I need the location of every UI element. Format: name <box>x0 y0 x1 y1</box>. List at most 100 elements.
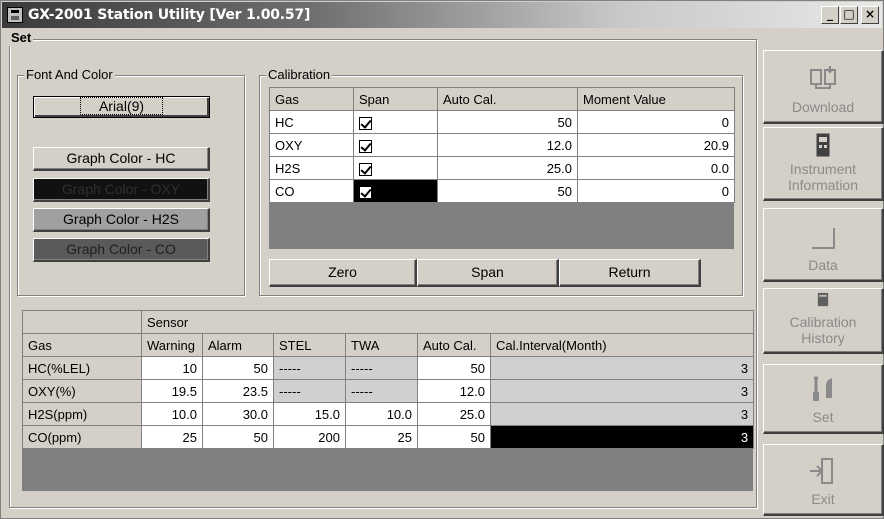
set-group-label: Set <box>9 30 34 46</box>
sensor-alarm-cell[interactable]: 30.0 <box>202 402 274 426</box>
minimize-button[interactable]: _ <box>821 6 839 24</box>
window-controls: _ □ × <box>821 6 879 24</box>
cal-gas-cell: H2S <box>269 156 354 180</box>
sensor-stel-cell: ----- <box>273 356 346 380</box>
sensor-stel-cell: ----- <box>273 379 346 403</box>
sensor-stel-cell[interactable]: 15.0 <box>273 402 346 426</box>
cal-span-cell[interactable] <box>353 110 438 134</box>
cal-auto-cal-cell[interactable]: 12.0 <box>437 133 578 157</box>
sensor-interval-cell-selected[interactable]: 3 <box>489 425 755 449</box>
font-button[interactable]: Arial(9) <box>33 96 210 118</box>
sensor-auto-cal-cell[interactable]: 50 <box>417 356 491 380</box>
cal-gas-cell: CO <box>269 179 354 203</box>
sensor-alarm-cell[interactable]: 23.5 <box>202 379 274 403</box>
instrument-information-button[interactable]: Instrument Information <box>763 127 884 201</box>
sensor-table: Sensor Gas Warning Alarm STEL TWA Auto C… <box>22 310 755 449</box>
app-window: GX-2001 Station Utility [Ver 1.00.57] _ … <box>0 0 884 519</box>
span-checkbox[interactable] <box>359 162 372 176</box>
sensor-warning-cell[interactable]: 10.0 <box>141 402 203 426</box>
table-row: HC 50 0 <box>269 110 735 134</box>
sensor-gas-cell: H2S(ppm) <box>22 402 142 426</box>
cal-header-gas: Gas <box>269 87 354 111</box>
sensor-group-header: Sensor <box>140 310 755 334</box>
cal-span-cell[interactable] <box>353 156 438 180</box>
sensor-auto-cal-cell[interactable]: 12.0 <box>417 379 491 403</box>
span-checkbox[interactable] <box>359 116 372 130</box>
sensor-auto-cal-cell[interactable]: 25.0 <box>417 402 491 426</box>
sensor-corner-cell <box>22 310 142 334</box>
exit-label: Exit <box>811 491 835 507</box>
sensor-auto-cal-cell[interactable]: 50 <box>417 425 491 449</box>
sensor-twa-cell: ----- <box>345 379 418 403</box>
data-icon <box>812 228 835 249</box>
graph-color-oxy-button[interactable]: Graph Color - OXY <box>33 178 210 202</box>
maximize-button[interactable]: □ <box>840 6 858 24</box>
download-label: Download <box>791 99 855 115</box>
table-row: OXY 12.0 20.9 <box>269 133 735 157</box>
sensor-interval-cell[interactable]: 3 <box>489 356 755 380</box>
table-row: H2S 25.0 0.0 <box>269 156 735 180</box>
calibration-table: Gas Span Auto Cal. Moment Value HC 50 0 … <box>269 87 735 203</box>
sensor-interval-cell[interactable]: 3 <box>489 379 755 403</box>
close-button[interactable]: × <box>861 6 879 24</box>
span-button[interactable]: Span <box>417 259 559 287</box>
calibration-header-row: Gas Span Auto Cal. Moment Value <box>269 87 735 111</box>
sensor-warning-cell[interactable]: 19.5 <box>141 379 203 403</box>
sensor-warning-cell[interactable]: 25 <box>141 425 203 449</box>
exit-door-icon <box>810 458 833 484</box>
zero-button[interactable]: Zero <box>269 259 417 287</box>
sensor-header-row: Gas Warning Alarm STEL TWA Auto Cal. Cal… <box>22 333 755 357</box>
sensor-stel-cell[interactable]: 200 <box>273 425 346 449</box>
download-button[interactable]: Download <box>763 50 884 124</box>
sensor-twa-cell: ----- <box>345 356 418 380</box>
cal-span-cell[interactable] <box>353 133 438 157</box>
return-button[interactable]: Return <box>559 259 701 287</box>
span-checkbox[interactable] <box>359 185 372 199</box>
sensor-header-cal-interval: Cal.Interval(Month) <box>489 333 755 357</box>
title-bar[interactable]: GX-2001 Station Utility [Ver 1.00.57] _ … <box>2 2 882 28</box>
span-checkbox[interactable] <box>359 139 372 153</box>
sensor-group-header-row: Sensor <box>22 310 755 334</box>
sensor-header-twa: TWA <box>345 333 418 357</box>
sensor-interval-cell[interactable]: 3 <box>489 402 755 426</box>
table-row: OXY(%) 19.5 23.5 ----- ----- 12.0 3 <box>22 379 755 403</box>
data-button[interactable]: Data <box>763 208 884 282</box>
sensor-alarm-cell[interactable]: 50 <box>202 425 274 449</box>
cal-header-moment-value: Moment Value <box>577 87 735 111</box>
cal-header-auto-cal: Auto Cal. <box>437 87 578 111</box>
sensor-header-auto-cal: Auto Cal. <box>417 333 491 357</box>
sensor-gas-cell: OXY(%) <box>22 379 142 403</box>
data-label: Data <box>808 257 838 273</box>
cal-auto-cal-cell[interactable]: 50 <box>437 179 578 203</box>
sensor-twa-cell[interactable]: 25 <box>345 425 418 449</box>
calibration-history-label: Calibration History <box>789 314 857 346</box>
instrument-icon <box>816 133 830 157</box>
table-row: CO 50 0 <box>269 179 735 203</box>
calibration-history-button[interactable]: Calibration History <box>763 288 884 354</box>
sensor-header-warning: Warning <box>141 333 203 357</box>
sensor-gas-cell: HC(%LEL) <box>22 356 142 380</box>
sensor-twa-cell[interactable]: 10.0 <box>345 402 418 426</box>
graph-color-h2s-button[interactable]: Graph Color - H2S <box>33 208 210 232</box>
font-button-label: Arial(9) <box>79 97 164 115</box>
set-label: Set <box>812 409 834 425</box>
sensor-gas-cell: CO(ppm) <box>22 425 142 449</box>
cal-gas-cell: OXY <box>269 133 354 157</box>
cal-moment-cell: 20.9 <box>577 133 735 157</box>
sensor-header-alarm: Alarm <box>202 333 274 357</box>
cal-moment-cell: 0.0 <box>577 156 735 180</box>
calibration-history-icon <box>817 292 829 307</box>
graph-color-hc-button[interactable]: Graph Color - HC <box>33 147 210 171</box>
font-color-label: Font And Color <box>24 67 115 83</box>
set-button[interactable]: Set <box>763 364 884 434</box>
tools-icon <box>813 376 832 401</box>
graph-color-co-button[interactable]: Graph Color - CO <box>33 238 210 262</box>
sensor-warning-cell[interactable]: 10 <box>141 356 203 380</box>
exit-button[interactable]: Exit <box>763 444 884 516</box>
cal-header-span: Span <box>353 87 438 111</box>
cal-auto-cal-cell[interactable]: 50 <box>437 110 578 134</box>
cal-span-cell-selected[interactable] <box>353 179 438 203</box>
sensor-alarm-cell[interactable]: 50 <box>202 356 274 380</box>
calibration-label: Calibration <box>266 67 333 83</box>
cal-auto-cal-cell[interactable]: 25.0 <box>437 156 578 180</box>
